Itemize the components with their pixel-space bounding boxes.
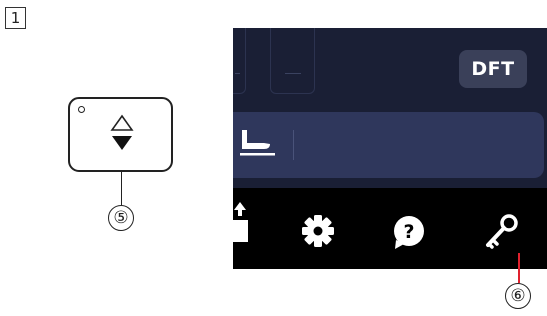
tile-middle[interactable] bbox=[270, 28, 315, 94]
key-icon[interactable] bbox=[482, 212, 522, 256]
up-down-arrow-icon bbox=[110, 114, 134, 156]
presser-foot-bar[interactable] bbox=[233, 112, 544, 178]
touch-screen: DFT ? bbox=[233, 28, 547, 269]
tile-dash-middle bbox=[285, 73, 301, 74]
svg-text:?: ? bbox=[403, 221, 414, 243]
key-indicator-dot bbox=[78, 106, 85, 113]
presser-foot-icon bbox=[237, 128, 277, 164]
step-number: 1 bbox=[5, 7, 26, 29]
leader-line-6 bbox=[518, 253, 520, 283]
tile-dash-left bbox=[235, 73, 240, 74]
upload-icon[interactable] bbox=[233, 198, 251, 248]
leader-line-5 bbox=[121, 172, 123, 205]
help-icon[interactable]: ? bbox=[391, 214, 427, 254]
up-down-key[interactable] bbox=[68, 97, 173, 172]
gear-icon[interactable] bbox=[301, 214, 335, 252]
callout-6: ⑥ bbox=[505, 283, 531, 309]
bar-divider bbox=[293, 130, 294, 160]
callout-5: ⑤ bbox=[108, 205, 134, 231]
screen-top-area: DFT bbox=[233, 28, 547, 188]
dft-button[interactable]: DFT bbox=[459, 50, 527, 88]
tile-left[interactable] bbox=[233, 28, 246, 94]
bottom-icon-row: ? bbox=[233, 188, 547, 269]
